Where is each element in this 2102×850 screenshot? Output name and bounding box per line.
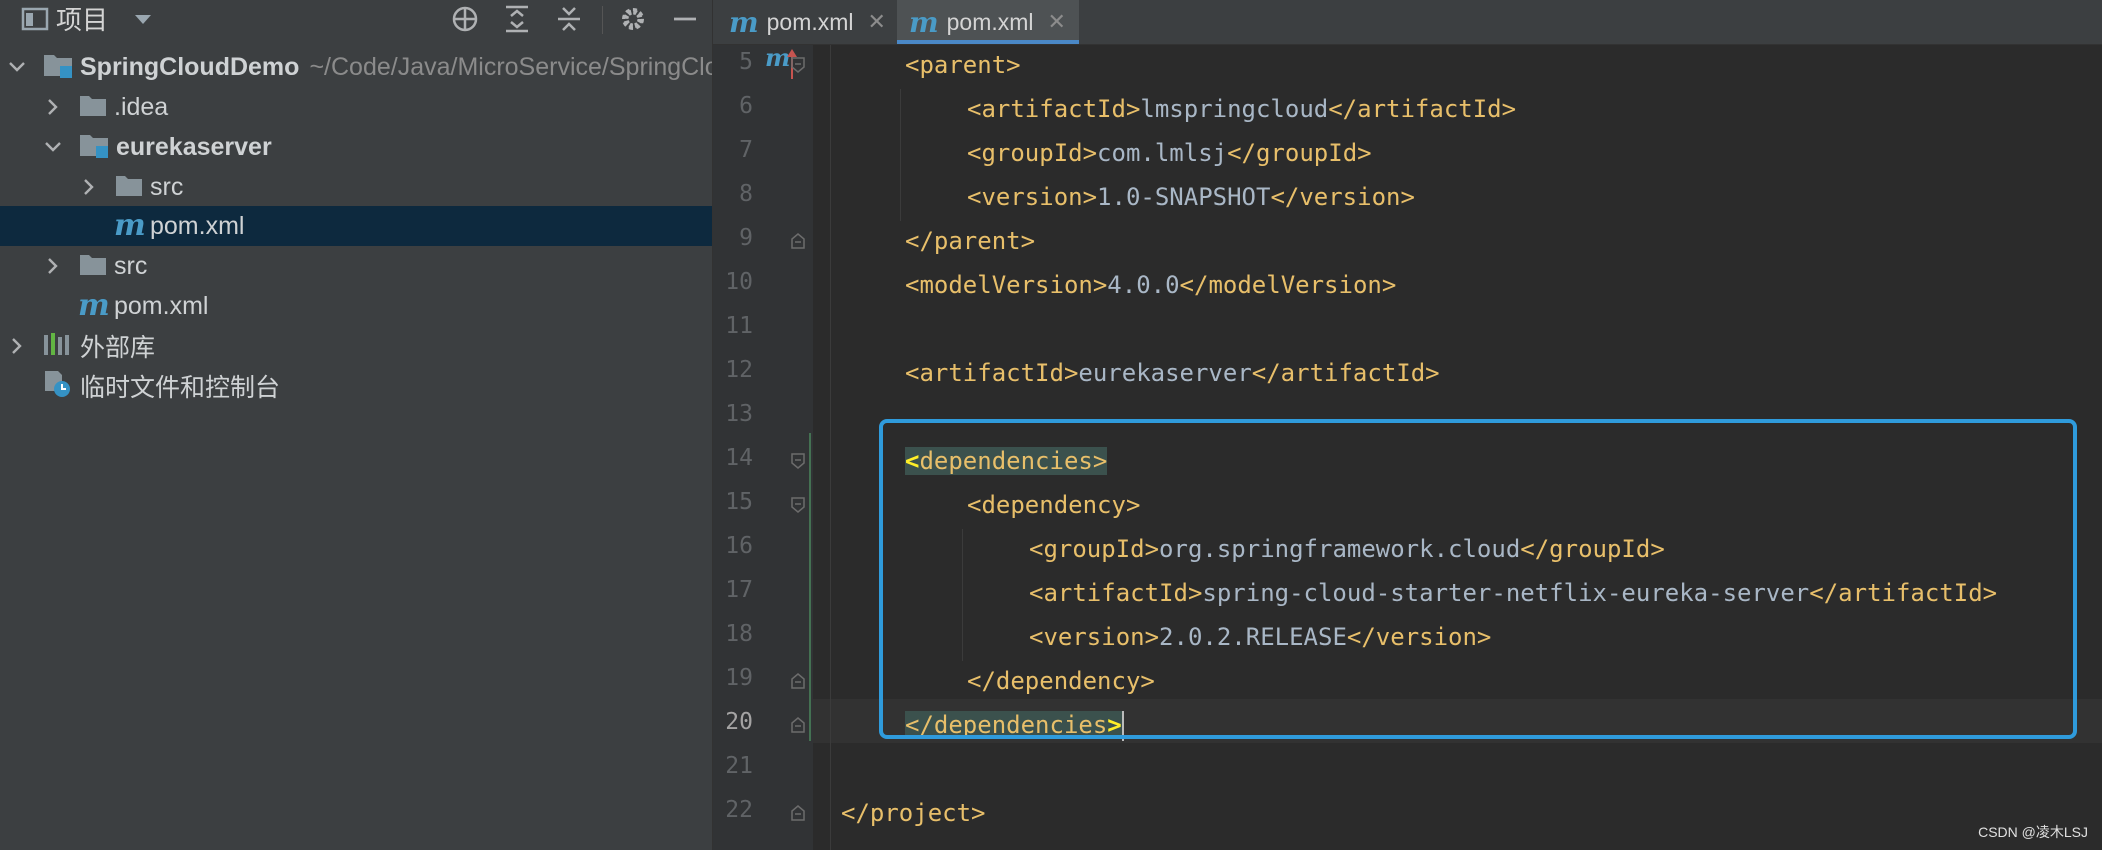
maven-icon: m [909,5,939,39]
line-number: 6 [739,93,753,119]
highlight-annotation-box [879,419,2077,739]
library-icon [42,331,74,362]
locate-icon[interactable] [448,2,482,36]
fold-marker-icon[interactable] [791,497,805,513]
close-icon[interactable]: ✕ [1048,9,1066,35]
line-number: 22 [725,797,753,823]
line-number: 14 [725,445,753,471]
folder-icon [78,92,108,123]
active-tab-indicator [897,40,1079,44]
line-number: 11 [725,313,753,339]
maven-icon: m [78,288,110,323]
folder-icon [114,172,144,203]
tree-item-src-root[interactable]: src [0,246,712,286]
header-divider [602,6,603,34]
window-icon[interactable] [18,2,52,36]
tab-pom-xml-root[interactable]: m pom.xml ✕ [729,0,889,44]
line-number: 13 [725,401,753,427]
line-number: 12 [725,357,753,383]
chevron-right-icon[interactable] [42,255,64,277]
tree-label: eurekaserver [116,132,272,161]
line-number: 7 [739,137,753,163]
fold-marker-icon[interactable] [791,717,805,733]
module-folder-icon [42,51,76,84]
line-number: 19 [725,665,753,691]
minimize-icon[interactable] [668,2,702,36]
line-number: 21 [725,753,753,779]
tree-item-idea[interactable]: .idea [0,87,712,127]
fold-marker-icon[interactable] [791,453,805,469]
code-line-5: <parent> [905,51,1021,79]
tree-label: pom.xml [150,211,245,240]
chevron-right-icon[interactable] [78,176,100,198]
chevron-down-icon[interactable] [42,136,64,158]
line-number-current: 20 [725,709,753,735]
tree-label: 外部库 [80,334,156,362]
tab-pom-xml-eurekaserver[interactable]: m pom.xml ✕ [897,0,1079,44]
fold-marker-icon[interactable] [791,233,805,249]
tree-item-external-libraries[interactable]: 外部库 [0,326,712,366]
module-folder-icon [78,131,112,164]
tree-label: pom.xml [114,291,209,320]
tree-item-pom-xml-selected[interactable]: m pom.xml [0,206,712,246]
watermark: CSDN @凌木LSJ [1978,824,2088,840]
tree-label: SpringCloudDemo [80,52,300,81]
line-number: 17 [725,577,753,603]
tree-item-springclouddemo[interactable]: SpringCloudDemo ~/Code/Java/MicroService/… [0,47,712,87]
line-number: 16 [725,533,753,559]
close-icon[interactable]: ✕ [868,9,886,35]
tree-label: src [150,172,184,201]
code-line-10: <modelVersion>4.0.0</modelVersion> [905,271,1397,299]
folder-icon [78,251,108,282]
code-line-9: </parent> [905,227,1036,255]
chevron-right-icon[interactable] [42,96,64,118]
line-number: 8 [739,181,753,207]
line-number: 10 [725,269,753,295]
fold-marker-icon[interactable] [791,805,805,821]
tree-item-eurekaserver[interactable]: eurekaserver [0,127,712,167]
fold-marker-icon[interactable] [791,57,805,73]
code-line-8: <version>1.0-SNAPSHOT</version> [967,183,1415,211]
tab-label: pom.xml [946,8,1034,35]
tree-label: src [114,251,148,280]
chevron-down-icon[interactable] [128,2,158,36]
gear-icon[interactable] [616,2,650,36]
indent-guide [830,45,831,850]
tree-item-src[interactable]: src [0,167,712,207]
project-panel: 项目 SpringCloudDemo ~/Code/Java/MicroServ… [0,0,713,850]
code-line-12: <artifactId>eurekaserver</artifactId> [905,359,1440,387]
tree-path: ~/Code/Java/MicroService/SpringCloudDemo [309,52,712,81]
maven-icon: m [114,208,146,243]
line-number: 5 [739,49,753,75]
tab-label: pom.xml [766,8,854,35]
maven-icon: m [729,5,759,39]
chevron-right-icon[interactable] [6,335,28,357]
project-panel-header: 项目 [0,0,712,40]
tree-item-pom-xml[interactable]: m pom.xml [0,286,712,326]
editor-tabs: m pom.xml ✕ m pom.xml ✕ [713,0,2102,45]
chevron-down-icon[interactable] [6,56,28,78]
editor-gutter: 5 6 7 8 9 10 11 12 13 14 15 16 17 18 19 … [713,45,813,850]
collapse-all-icon[interactable] [552,2,586,36]
line-number: 18 [725,621,753,647]
tree-label: 临时文件和控制台 [80,374,281,402]
vcs-change-marker[interactable] [809,433,811,741]
line-number: 15 [725,489,753,515]
fold-marker-icon[interactable] [791,673,805,689]
scratch-file-icon [42,369,74,404]
code-line-7: <groupId>com.lmlsj</groupId> [967,139,1372,167]
tree-label: .idea [114,92,169,121]
code-line-22: </project> [841,799,986,827]
code-line-6: <artifactId>lmspringcloud</artifactId> [967,95,1517,123]
indent-guide [900,89,901,221]
line-number: 9 [739,225,753,251]
expand-all-icon[interactable] [500,2,534,36]
project-panel-title[interactable]: 项目 [56,3,108,37]
tree-item-scratches-consoles[interactable]: 临时文件和控制台 [0,366,712,406]
code-editor[interactable]: 5 6 7 8 9 10 11 12 13 14 15 16 17 18 19 … [713,45,2102,850]
